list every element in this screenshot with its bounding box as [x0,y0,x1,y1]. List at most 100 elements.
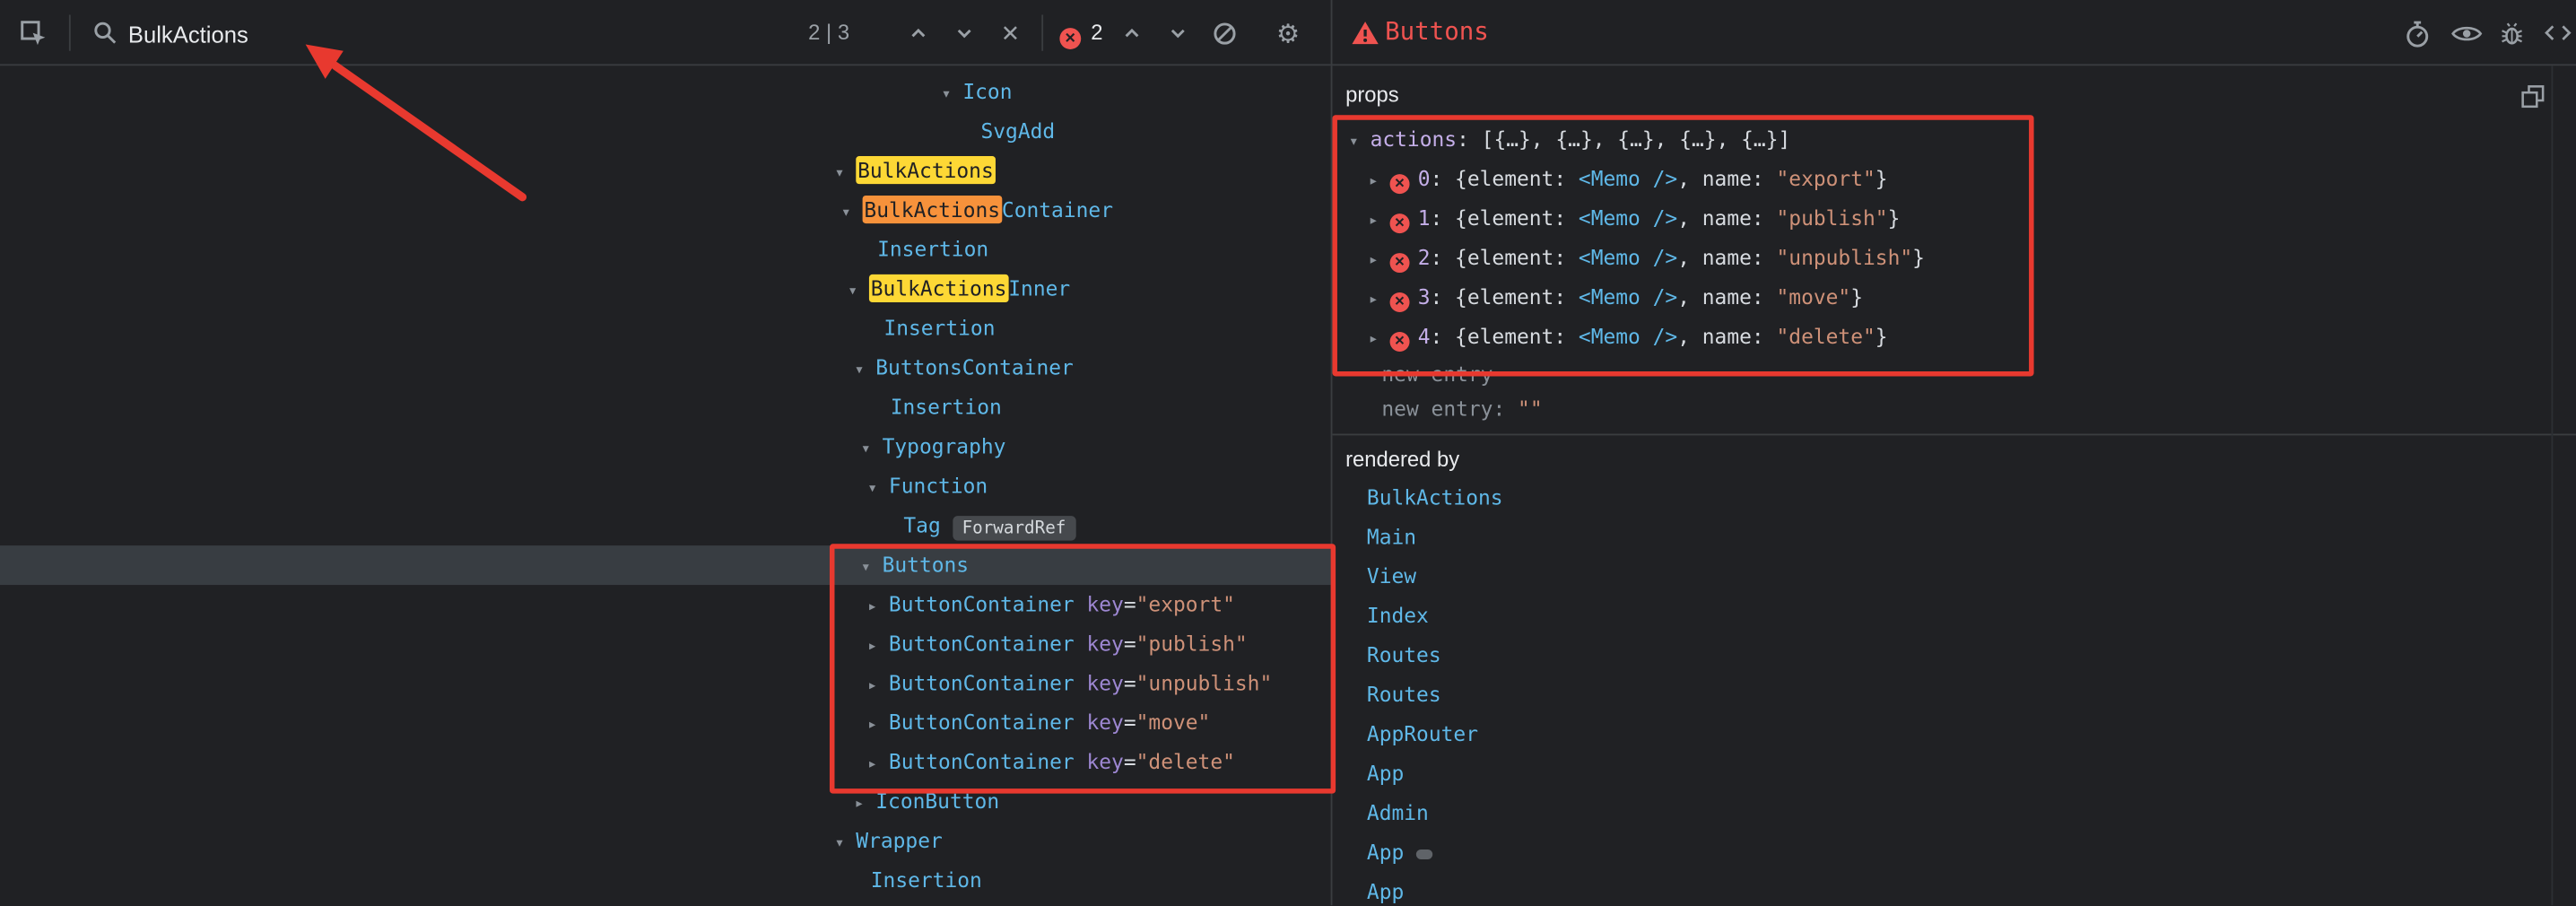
rendered-by-item[interactable]: Main [1332,518,2576,557]
tree-row[interactable]: ▸ButtonContainer key="unpublish" [0,664,1331,703]
next-error-button[interactable] [1158,13,1197,53]
tree-label: = [1124,670,1136,694]
prev-match-button[interactable] [899,13,938,53]
tree-row[interactable]: Insertion [0,861,1331,901]
tree-row[interactable]: ▾BulkActionsContainer [0,190,1331,230]
tree-label: "publish" [1136,631,1248,655]
collapse-arrow-icon[interactable]: ▾ [867,470,889,510]
rendered-by-item[interactable]: AppRouter [1332,715,2576,754]
tree-label: key [1086,710,1123,734]
rendered-by-item[interactable]: App [1332,873,2576,906]
props-row[interactable]: ▾actions: [{…}, {…}, {…}, {…}, {…}] [1332,120,2576,160]
tree-row[interactable]: ▾Buttons [0,545,1331,585]
prev-error-button[interactable] [1112,13,1152,53]
rendered-by-item[interactable]: Index [1332,597,2576,636]
rendered-by-item[interactable]: App [1332,833,2576,873]
search-input[interactable] [125,14,690,54]
tree-row[interactable]: ▾Wrapper [0,822,1331,861]
tree-label: "delete" [1136,749,1235,773]
tree-row[interactable]: Insertion [0,230,1331,269]
tree-row[interactable]: ▾Function [0,466,1331,506]
props-row[interactable]: ▸✕4: {element: <Memo />, name: "delete"} [1332,318,2576,357]
clear-errors-button[interactable] [1205,13,1244,53]
rendered-by-item[interactable]: Routes [1332,636,2576,675]
expand-arrow-icon[interactable]: ▸ [867,588,889,628]
tree-row[interactable]: ▸ButtonContainer key="move" [0,703,1331,743]
chevron-up-icon [907,22,930,45]
expand-arrow-icon[interactable]: ▸ [1369,241,1390,281]
clear-search-button[interactable]: ✕ [990,13,1030,53]
tree-row[interactable]: ▸ButtonContainer key="delete" [0,743,1331,782]
new-entry: "" [1518,396,1543,420]
tree-row[interactable]: ▾Typography [0,427,1331,466]
collapse-arrow-icon[interactable]: ▾ [841,194,863,233]
suspend-toggle-button[interactable] [2397,13,2436,53]
copy-props-button[interactable] [2519,83,2548,112]
rendered-by-item[interactable]: BulkActions [1332,478,2576,518]
log-to-console-button[interactable] [2493,13,2532,53]
props-row[interactable]: ▸✕1: {element: <Memo />, name: "publish"… [1332,199,2576,239]
settings-button[interactable]: ⚙ [1268,13,1308,53]
collapse-arrow-icon[interactable]: ▾ [861,549,883,588]
tree-label: Insertion [883,316,995,340]
new-entry-row[interactable]: new entry [1332,356,2576,390]
rendered-by-item[interactable]: Admin [1332,794,2576,833]
collapse-arrow-icon[interactable]: ▾ [848,273,869,312]
tree-row[interactable]: ▸IconButton [0,782,1331,822]
tree-row[interactable]: ▾ButtonsContainer [0,348,1331,388]
tree-row[interactable]: ▾Icon [0,73,1331,112]
tree-row[interactable]: SvgAdd [0,112,1331,152]
components-toolbar: 2 | 3 ✕ ✕ 2 [0,0,1331,65]
tree-label: ButtonContainer [889,591,1075,615]
collapse-arrow-icon[interactable]: ▾ [1349,123,1371,162]
section-divider [1332,434,2576,436]
error-badge-icon: ✕ [1390,213,1410,233]
tree-row[interactable]: ▸ButtonContainer key="export" [0,585,1331,624]
rendered-by-item[interactable]: View [1332,557,2576,597]
props-row[interactable]: ▸✕3: {element: <Memo />, name: "move"} [1332,278,2576,318]
tree-row[interactable]: ▾BulkActionsInner [0,269,1331,309]
props-row[interactable]: ▸✕2: {element: <Memo />, name: "unpublis… [1332,239,2576,278]
tree-row[interactable]: Insertion [0,388,1331,427]
expand-arrow-icon[interactable]: ▸ [1369,320,1390,360]
rendered-by-item[interactable]: Routes [1332,675,2576,715]
stopwatch-icon [2403,19,2431,47]
rendered-by-item[interactable]: App [1332,754,2576,794]
props-row[interactable]: ▸✕0: {element: <Memo />, name: "export"} [1332,160,2576,199]
expand-arrow-icon[interactable]: ▸ [867,707,889,746]
next-match-button[interactable] [944,13,984,53]
tree-label [1075,710,1087,734]
expand-arrow-icon[interactable]: ▸ [867,667,889,707]
inspect-element-button[interactable] [13,13,53,53]
expand-arrow-icon[interactable]: ▸ [1369,202,1390,241]
tree-row[interactable]: TagForwardRef [0,506,1331,545]
expand-arrow-icon[interactable]: ▸ [867,746,889,786]
view-source-button[interactable] [2538,13,2576,53]
tree-row[interactable]: ▾BulkActions [0,152,1331,191]
collapse-arrow-icon[interactable]: ▾ [854,352,875,391]
tree-label: key [1086,670,1123,694]
prohibition-icon [1212,21,1236,45]
collapse-arrow-icon[interactable]: ▾ [834,824,856,864]
collapse-arrow-icon[interactable]: ▾ [834,154,856,194]
tree-label: Tag [903,512,940,536]
props-value: } [1875,166,1888,190]
tree-label: key [1086,749,1123,773]
tree-row[interactable]: Insertion [0,309,1331,348]
inspect-dom-button[interactable] [2446,13,2485,53]
expand-arrow-icon[interactable]: ▸ [854,786,875,825]
owner-name: Routes [1367,682,1441,706]
tree-label: ButtonContainer [889,749,1075,773]
expand-arrow-icon[interactable]: ▸ [1369,281,1390,320]
props-value: 2 [1418,245,1431,269]
expand-arrow-icon[interactable]: ▸ [867,628,889,667]
new-entry-row[interactable]: new entry: "" [1332,391,2576,425]
inspected-element-title: Buttons [1385,16,1489,46]
tree-row[interactable]: ▸ButtonContainer key="publish" [0,624,1331,664]
collapse-arrow-icon[interactable]: ▾ [861,431,883,470]
collapse-arrow-icon[interactable]: ▾ [942,75,963,115]
expand-arrow-icon[interactable]: ▸ [1369,162,1390,202]
props-value: : {element: [1430,205,1578,230]
chevron-down-icon [1166,22,1189,45]
props-value: } [1888,205,1901,230]
